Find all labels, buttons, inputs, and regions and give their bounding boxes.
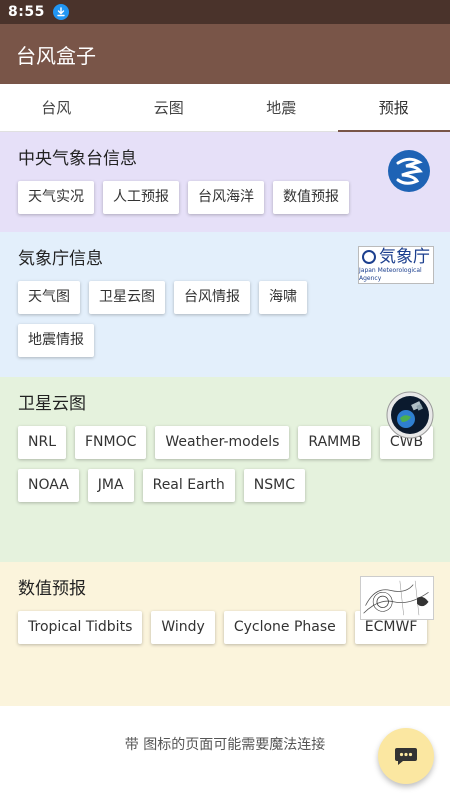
chip-manual-forecast[interactable]: 人工预报	[103, 181, 179, 214]
chip-fnmoc[interactable]: FNMOC	[75, 426, 147, 459]
jma-emblem-icon	[362, 250, 376, 264]
chip-nsmc[interactable]: NSMC	[243, 469, 305, 502]
status-bar: 8:55	[0, 0, 450, 24]
section-jma: 気象庁信息 気象庁 Japan Meteorological Agency 天气…	[0, 232, 450, 377]
chip-nrl[interactable]: NRL	[18, 426, 66, 459]
section-nwp: 数值预报 Tropical Tidbits Windy Cyclone Phas…	[0, 562, 450, 706]
chip-typhoon-ocean[interactable]: 台风海洋	[188, 181, 264, 214]
jma-logo: 気象庁 Japan Meteorological Agency	[358, 246, 434, 284]
chip-real-earth[interactable]: Real Earth	[142, 469, 235, 502]
chip-typhoon-info[interactable]: 台风情报	[174, 281, 250, 314]
section-cma: 中央气象台信息 天气实况 人工预报 台风海洋 数值预报	[0, 132, 450, 232]
chip-numerical-forecast[interactable]: 数值预报	[273, 181, 349, 214]
nwp-map-thumbnail	[360, 576, 434, 620]
tab-cloud-image[interactable]: 云图	[113, 84, 226, 131]
chat-bubble-icon	[395, 748, 417, 765]
tab-earthquake[interactable]: 地震	[225, 84, 338, 131]
app-title: 台风盒子	[16, 43, 96, 68]
chip-tropical-tidbits[interactable]: Tropical Tidbits	[18, 611, 143, 644]
status-time: 8:55	[8, 4, 45, 20]
chip-rammb[interactable]: RAMMB	[298, 426, 371, 459]
section-title: 中央气象台信息	[18, 149, 137, 169]
chip-cyclone-phase[interactable]: Cyclone Phase	[223, 611, 346, 644]
chip-weather-obs[interactable]: 天气实况	[18, 181, 94, 214]
chip-noaa[interactable]: NOAA	[18, 469, 79, 502]
fab-chat-button[interactable]	[378, 728, 434, 784]
cma-logo-icon	[388, 150, 430, 192]
chip-satellite-image[interactable]: 卫星云图	[89, 281, 165, 314]
chip-tsunami[interactable]: 海啸	[259, 281, 307, 314]
chip-windy[interactable]: Windy	[151, 611, 215, 644]
app-bar: 台风盒子	[0, 24, 450, 84]
chip-jma[interactable]: JMA	[87, 469, 134, 502]
section-title: 卫星云图	[18, 394, 86, 414]
tab-bar: 台风 云图 地震 预报	[0, 84, 450, 132]
satellite-logo-icon	[386, 391, 434, 439]
tab-typhoon[interactable]: 台风	[0, 84, 113, 131]
chip-weather-models[interactable]: Weather-models	[155, 426, 290, 459]
chip-weather-map[interactable]: 天气图	[18, 281, 80, 314]
section-satellite: 卫星云图 NRL FNMOC Weather-models RAMMB CWB …	[0, 377, 450, 562]
tab-forecast[interactable]: 预报	[337, 84, 450, 132]
download-icon	[52, 4, 69, 20]
chip-earthquake-info[interactable]: 地震情报	[18, 324, 94, 357]
